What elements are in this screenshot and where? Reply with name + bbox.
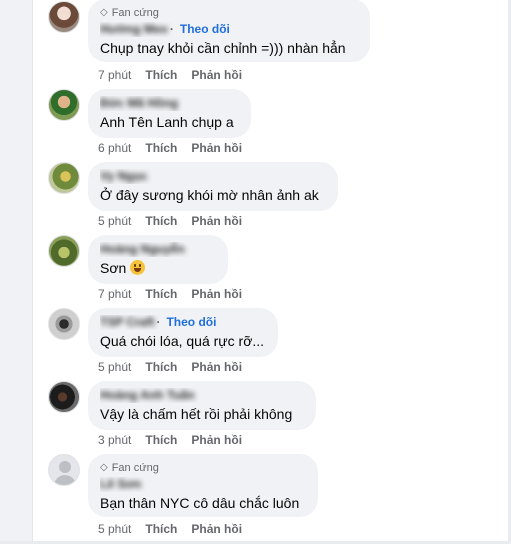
separator-dot: · bbox=[169, 22, 174, 36]
fan-badge: ◇ Fan cứng bbox=[100, 6, 358, 20]
timestamp[interactable]: 7 phút bbox=[98, 68, 131, 82]
timestamp[interactable]: 5 phút bbox=[98, 214, 131, 228]
timestamp[interactable]: 3 phút bbox=[98, 433, 131, 447]
badge-label: Fan cứng bbox=[111, 7, 159, 19]
like-button[interactable]: Thích bbox=[145, 433, 177, 447]
comment-actions: 5 phút Thích Phản hồi bbox=[98, 214, 242, 228]
avatar[interactable] bbox=[48, 381, 80, 413]
avatar[interactable] bbox=[48, 162, 80, 194]
author-name[interactable]: Hường Meo bbox=[100, 22, 168, 37]
timestamp[interactable]: 5 phút bbox=[98, 522, 131, 536]
reply-button[interactable]: Phản hồi bbox=[191, 522, 242, 536]
avatar[interactable] bbox=[48, 89, 80, 121]
author-line: Hường Meo · Theo dõi bbox=[100, 22, 358, 37]
fan-badge: ◇ Fan cứng bbox=[100, 461, 306, 475]
reply-button[interactable]: Phản hồi bbox=[191, 287, 242, 301]
timestamp[interactable]: 5 phút bbox=[98, 360, 131, 374]
avatar[interactable] bbox=[48, 308, 80, 340]
comment-text: Ở đây sương khói mờ nhân ảnh ak bbox=[100, 187, 319, 203]
separator-dot: · bbox=[156, 315, 161, 329]
author-name[interactable]: Hoàng Anh Tuấn bbox=[100, 388, 195, 403]
comment-text: Bạn thân NYC cô dâu chắc luôn bbox=[100, 495, 300, 511]
comment-bubble: ◇ Fan cứng Lê Sơn Bạn thân NYC cô dâu ch… bbox=[88, 454, 318, 517]
author-name[interactable]: TSP Craft bbox=[100, 315, 154, 330]
like-button[interactable]: Thích bbox=[145, 141, 177, 155]
timestamp[interactable]: 7 phút bbox=[98, 287, 131, 301]
default-avatar-icon[interactable] bbox=[48, 454, 80, 486]
author-name[interactable]: Hoàng Nguyễn bbox=[100, 242, 185, 257]
grinning-face-icon bbox=[130, 260, 146, 275]
author-line: Vy Ngọc bbox=[100, 169, 326, 184]
diamond-icon: ◇ bbox=[100, 7, 108, 18]
comment-text: Vậy là chấm hết rồi phải không bbox=[100, 406, 293, 422]
reply-button[interactable]: Phản hồi bbox=[191, 360, 242, 374]
follow-button[interactable]: Theo dõi bbox=[166, 315, 216, 329]
comment-actions: 5 phút Thích Phản hồi bbox=[98, 360, 242, 374]
left-gutter bbox=[0, 0, 33, 544]
author-line: Đức Mã Hồng bbox=[100, 96, 239, 111]
like-button[interactable]: Thích bbox=[145, 214, 177, 228]
comment-text: Anh Tên Lanh chụp a bbox=[100, 114, 234, 130]
author-line: TSP Craft · Theo dõi bbox=[100, 315, 266, 330]
avatar[interactable] bbox=[48, 1, 80, 33]
like-button[interactable]: Thích bbox=[145, 68, 177, 82]
reply-button[interactable]: Phản hồi bbox=[191, 214, 242, 228]
comment-text: Sơn bbox=[100, 260, 127, 276]
author-line: Hoàng Anh Tuấn bbox=[100, 388, 304, 403]
comment-actions: 7 phút Thích Phản hồi bbox=[98, 68, 242, 82]
like-button[interactable]: Thích bbox=[145, 522, 177, 536]
author-line: Lê Sơn bbox=[100, 477, 306, 492]
avatar[interactable] bbox=[48, 235, 80, 267]
timestamp[interactable]: 6 phút bbox=[98, 141, 131, 155]
comment-actions: 3 phút Thích Phản hồi bbox=[98, 433, 242, 447]
badge-label: Fan cứng bbox=[111, 462, 159, 474]
comment-bubble: Đức Mã Hồng Anh Tên Lanh chụp a bbox=[88, 89, 251, 138]
comment-actions: 5 phút Thích Phản hồi bbox=[98, 522, 242, 536]
follow-button[interactable]: Theo dõi bbox=[180, 22, 230, 36]
author-line: Hoàng Nguyễn bbox=[100, 242, 216, 257]
comment-text: Quá chói lóa, quá rực rỡ... bbox=[100, 333, 265, 349]
comment-bubble: Hoàng Anh Tuấn Vậy là chấm hết rồi phải … bbox=[88, 381, 316, 430]
comment-actions: 6 phút Thích Phản hồi bbox=[98, 141, 242, 155]
comment-text: Chụp tnay khỏi cần chỉnh =))) nhàn hẳn bbox=[100, 40, 346, 56]
reply-button[interactable]: Phản hồi bbox=[191, 68, 242, 82]
comment-actions: 7 phút Thích Phản hồi bbox=[98, 287, 242, 301]
author-name[interactable]: Đức Mã Hồng bbox=[100, 96, 178, 111]
reply-button[interactable]: Phản hồi bbox=[191, 433, 242, 447]
comment-bubble: Hoàng Nguyễn Sơn bbox=[88, 235, 228, 284]
reply-button[interactable]: Phản hồi bbox=[191, 141, 242, 155]
diamond-icon: ◇ bbox=[100, 462, 108, 473]
like-button[interactable]: Thích bbox=[145, 360, 177, 374]
comment-bubble: TSP Craft · Theo dõi Quá chói lóa, quá rực… bbox=[88, 308, 278, 357]
author-name[interactable]: Vy Ngọc bbox=[100, 169, 148, 184]
comment-text-line: Sơn bbox=[100, 259, 216, 277]
comment-bubble: ◇ Fan cứng Hường Meo · Theo dõi Chụp tnay … bbox=[88, 0, 370, 62]
author-name[interactable]: Lê Sơn bbox=[100, 477, 141, 492]
comment-bubble: Vy Ngọc Ở đây sương khói mờ nhân ảnh ak bbox=[88, 162, 338, 211]
like-button[interactable]: Thích bbox=[145, 287, 177, 301]
